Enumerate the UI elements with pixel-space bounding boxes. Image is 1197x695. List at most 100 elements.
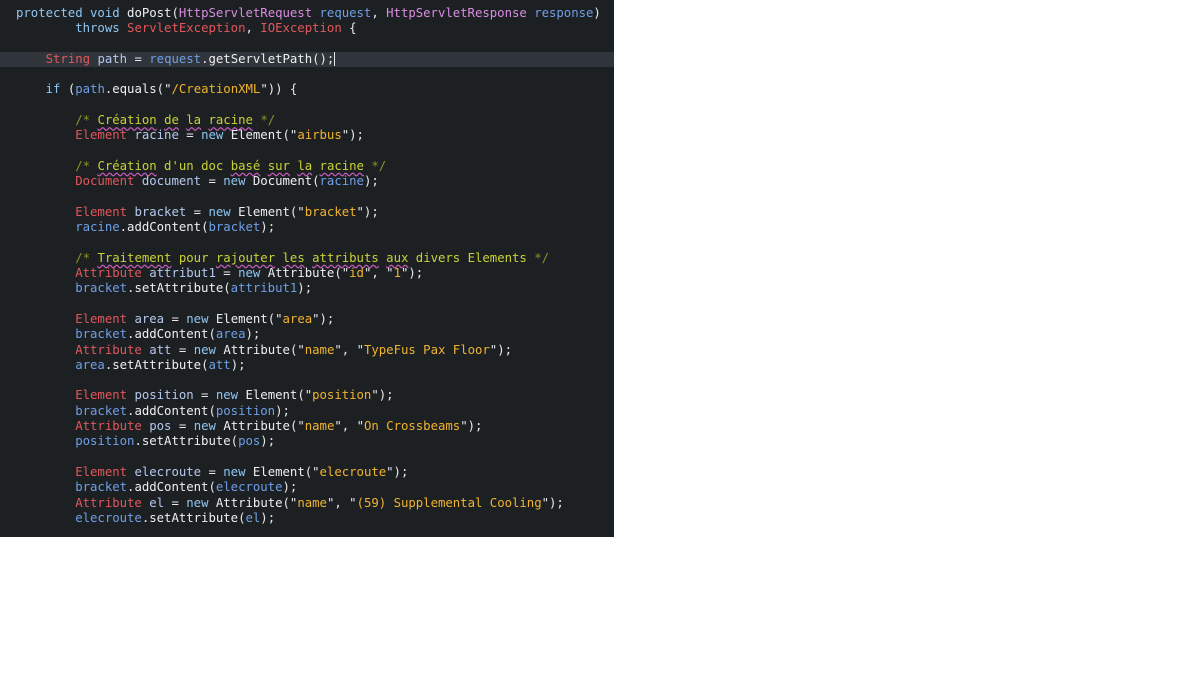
comment-misspelled-token: la xyxy=(297,158,313,173)
punctuation-token xyxy=(208,312,215,326)
param-type-token: HttpServletResponse xyxy=(386,6,527,20)
comment-delimiter-token: */ xyxy=(371,158,387,173)
punctuation-token: { xyxy=(341,21,357,36)
keyword-token: new xyxy=(186,495,209,510)
variable-declaration-token: path xyxy=(97,51,128,66)
code-line[interactable]: Document document = new Document(racine)… xyxy=(0,174,614,189)
punctuation-token xyxy=(16,266,75,280)
punctuation-token: "); xyxy=(312,311,335,326)
punctuation-token xyxy=(16,511,75,525)
code-line[interactable] xyxy=(0,450,614,465)
code-line[interactable]: /* Traitement pour rajouter les attribut… xyxy=(0,251,614,266)
punctuation-token: ( xyxy=(208,480,216,495)
code-line[interactable]: area.setAttribute(att); xyxy=(0,358,614,373)
keyword-token: new xyxy=(223,174,246,189)
code-line[interactable]: racine.addContent(bracket); xyxy=(0,220,614,235)
punctuation-token: = xyxy=(164,311,187,326)
code-line[interactable]: bracket.addContent(elecroute); xyxy=(0,480,614,495)
punctuation-token: ); xyxy=(260,434,276,449)
code-line[interactable]: bracket.addContent(position); xyxy=(0,404,614,419)
variable-reference-token: bracket xyxy=(75,327,128,342)
identifier-token: Attribute xyxy=(223,419,290,434)
code-line[interactable]: bracket.addContent(area); xyxy=(0,327,614,342)
string-token: area xyxy=(282,311,313,326)
code-line[interactable]: if (path.equals("/CreationXML")) { xyxy=(0,82,614,97)
code-line[interactable]: Element area = new Element("area"); xyxy=(0,312,614,327)
punctuation-token: ( xyxy=(230,434,239,449)
code-line[interactable] xyxy=(0,297,614,312)
variable-declaration-token: attribut1 xyxy=(149,266,216,281)
type-token: Attribute xyxy=(75,495,142,510)
punctuation-token: (" xyxy=(156,82,172,97)
variable-reference-token: el xyxy=(245,510,261,525)
punctuation-token xyxy=(246,465,253,479)
code-line[interactable]: elecroute.setAttribute(el); xyxy=(0,511,614,526)
comment-delimiter-token: /* xyxy=(75,113,91,128)
keyword-token: new xyxy=(238,266,261,281)
code-line[interactable] xyxy=(0,67,614,82)
identifier-token: Attribute xyxy=(223,342,290,357)
string-token: (59) Supplemental Cooling xyxy=(356,495,542,510)
code-line[interactable] xyxy=(0,37,614,52)
identifier-token: addContent xyxy=(134,327,209,342)
comment-token: d'un doc xyxy=(156,158,231,173)
code-line[interactable]: throws ServletException, IOException { xyxy=(0,21,614,36)
comment-misspelled-token: la xyxy=(186,113,202,128)
identifier-token: Element xyxy=(215,311,268,326)
punctuation-token: ", " xyxy=(334,419,364,434)
code-line[interactable]: Attribute attribut1 = new Attribute("id"… xyxy=(0,266,614,281)
comment-misspelled-token: aux xyxy=(386,250,409,265)
code-line[interactable] xyxy=(0,235,614,250)
code-line[interactable]: Element elecroute = new Element("elecrou… xyxy=(0,465,614,480)
code-line[interactable]: position.setAttribute(pos); xyxy=(0,434,614,449)
type-token: String xyxy=(45,51,91,66)
keyword-token: if xyxy=(45,82,61,97)
punctuation-token xyxy=(16,312,75,326)
punctuation-token xyxy=(238,388,245,402)
punctuation-token xyxy=(246,174,253,188)
comment-delimiter-token: /* xyxy=(75,158,91,173)
variable-reference-token: response xyxy=(534,6,594,20)
punctuation-token: ); xyxy=(275,403,290,418)
code-line[interactable] xyxy=(0,190,614,205)
comment-misspelled-token: rajouter xyxy=(215,250,276,265)
code-line[interactable]: Element position = new Element("position… xyxy=(0,388,614,403)
code-line[interactable]: Element racine = new Element("airbus"); xyxy=(0,128,614,143)
code-editor[interactable]: protected void doPost(HttpServletRequest… xyxy=(0,0,614,537)
punctuation-token: ", " xyxy=(326,495,357,510)
identifier-token: setAttribute xyxy=(141,434,231,449)
code-text-area[interactable]: protected void doPost(HttpServletRequest… xyxy=(0,6,614,526)
code-line[interactable] xyxy=(0,98,614,113)
variable-reference-token: elecroute xyxy=(75,510,142,525)
punctuation-token: ", " xyxy=(363,266,394,281)
identifier-token: Attribute xyxy=(267,266,335,281)
punctuation-token xyxy=(16,159,75,173)
code-line[interactable]: Element bracket = new Element("bracket")… xyxy=(0,205,614,220)
code-line[interactable]: bracket.setAttribute(attribut1); xyxy=(0,281,614,296)
code-line[interactable] xyxy=(0,373,614,388)
code-line[interactable]: /* Création de la racine */ xyxy=(0,113,614,128)
string-token: name xyxy=(297,495,327,510)
code-line-active[interactable]: String path = request.getServletPath(); xyxy=(0,51,614,68)
punctuation-token: ( xyxy=(312,174,320,189)
string-token: TypeFus Pax Floor xyxy=(363,342,490,357)
punctuation-token: (" xyxy=(289,204,305,219)
code-line[interactable]: /* Création d'un doc basé sur la racine … xyxy=(0,159,614,174)
punctuation-token xyxy=(16,465,75,479)
code-line[interactable]: Attribute pos = new Attribute("name", "O… xyxy=(0,419,614,434)
punctuation-token: ) xyxy=(593,6,601,20)
punctuation-token xyxy=(16,82,46,96)
punctuation-token: "); xyxy=(460,419,483,434)
code-line[interactable]: Attribute el = new Attribute("name", "(5… xyxy=(0,496,614,511)
code-line[interactable]: protected void doPost(HttpServletRequest… xyxy=(0,6,614,21)
type-token: Element xyxy=(75,464,128,479)
punctuation-token: ); xyxy=(230,357,246,372)
comment-token xyxy=(275,251,282,265)
code-line[interactable]: Attribute att = new Attribute("name", "T… xyxy=(0,343,614,358)
identifier-token: Element xyxy=(230,128,283,143)
variable-declaration-token: pos xyxy=(149,419,172,434)
identifier-token: addContent xyxy=(134,403,209,418)
string-token: airbus xyxy=(297,128,342,143)
punctuation-token xyxy=(209,496,216,510)
code-line[interactable] xyxy=(0,144,614,159)
